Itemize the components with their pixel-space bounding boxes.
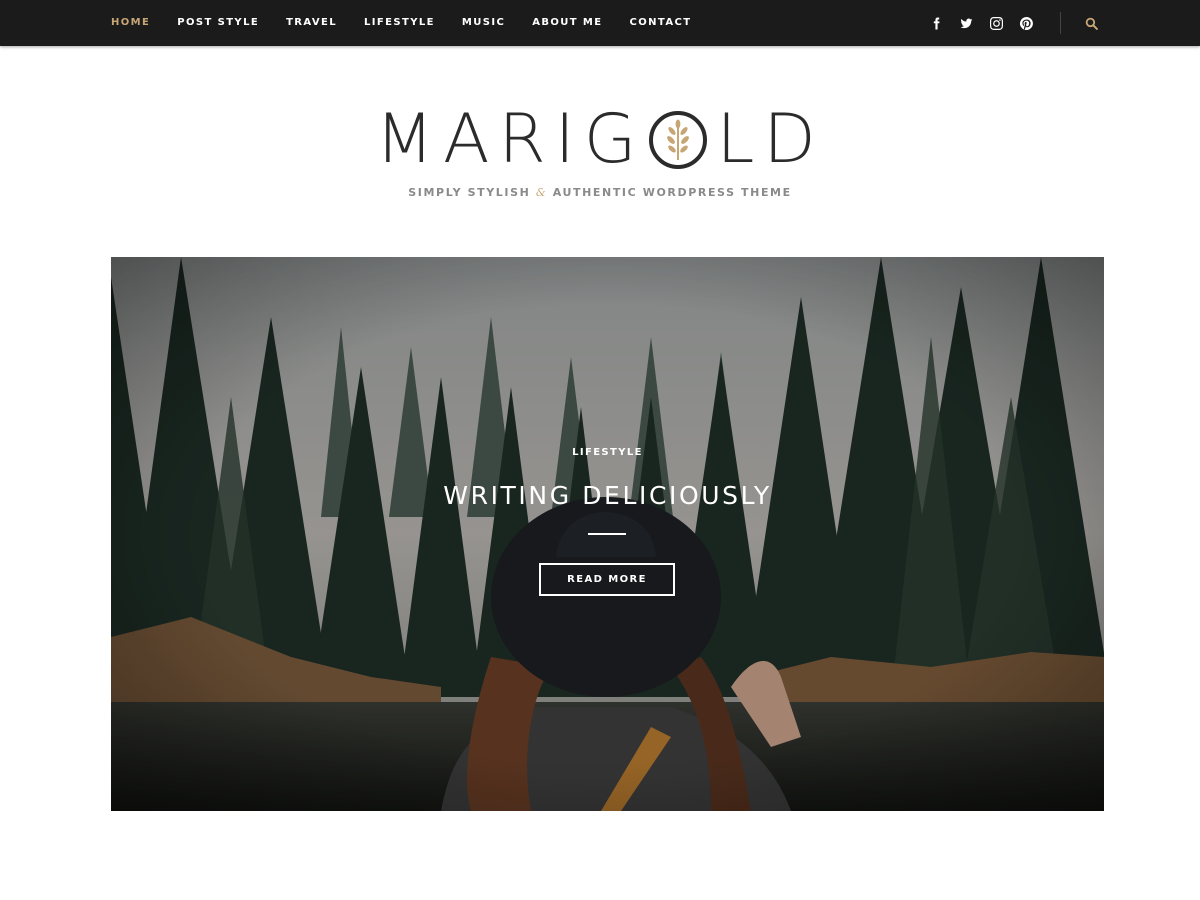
hero-caption: LIFESTYLE WRITING DELICIOUSLY READ MORE [111, 257, 1104, 811]
leaf-icon [649, 111, 708, 169]
menu-link-contact[interactable]: CONTACT [629, 0, 691, 46]
twitter-icon[interactable] [954, 11, 978, 35]
tagline-part1: SIMPLY STYLISH [408, 186, 531, 199]
menu-link-post-style[interactable]: POST STYLE [177, 0, 259, 46]
facebook-icon[interactable] [924, 11, 948, 35]
hero-category-link[interactable]: LIFESTYLE [111, 447, 1104, 458]
hero-title[interactable]: WRITING DELICIOUSLY [111, 481, 1104, 510]
menu-item-post-style[interactable]: POST STYLE [177, 0, 259, 46]
topbar-divider [1060, 12, 1061, 34]
pinterest-icon[interactable] [1014, 11, 1038, 35]
instagram-icon[interactable] [984, 11, 1008, 35]
menu-item-music[interactable]: MUSIC [462, 0, 505, 46]
featured-slider[interactable]: LIFESTYLE WRITING DELICIOUSLY READ MORE [111, 257, 1104, 811]
site-tagline: SIMPLY STYLISH & AUTHENTIC WORDPRESS THE… [0, 186, 1200, 199]
menu-link-music[interactable]: MUSIC [462, 0, 505, 46]
top-navigation-bar: HOME POST STYLE TRAVEL LIFESTYLE MUSIC A… [0, 0, 1200, 46]
site-logo[interactable]: MARIG LD [0, 100, 1200, 180]
menu-link-about-me[interactable]: ABOUT ME [532, 0, 602, 46]
hero-title-divider [588, 533, 626, 535]
read-more-button[interactable]: READ MORE [539, 563, 675, 596]
logo-text-left: MARIG [375, 100, 646, 179]
menu-item-travel[interactable]: TRAVEL [286, 0, 337, 46]
social-links [924, 0, 1044, 46]
tagline-part2: AUTHENTIC WORDPRESS THEME [552, 186, 792, 199]
menu-item-contact[interactable]: CONTACT [629, 0, 691, 46]
search-icon[interactable] [1079, 11, 1103, 35]
menu-item-lifestyle[interactable]: LIFESTYLE [364, 0, 435, 46]
logo-text-right: LD [716, 100, 825, 179]
logo-wordmark[interactable]: MARIG LD [375, 106, 824, 174]
menu-link-home[interactable]: HOME [111, 0, 150, 46]
menu-item-about-me[interactable]: ABOUT ME [532, 0, 602, 46]
menu-link-lifestyle[interactable]: LIFESTYLE [364, 0, 435, 46]
tagline-ampersand: & [535, 186, 548, 199]
menu-link-travel[interactable]: TRAVEL [286, 0, 337, 46]
menu-item-home[interactable]: HOME [111, 0, 150, 46]
main-menu: HOME POST STYLE TRAVEL LIFESTYLE MUSIC A… [111, 0, 718, 46]
